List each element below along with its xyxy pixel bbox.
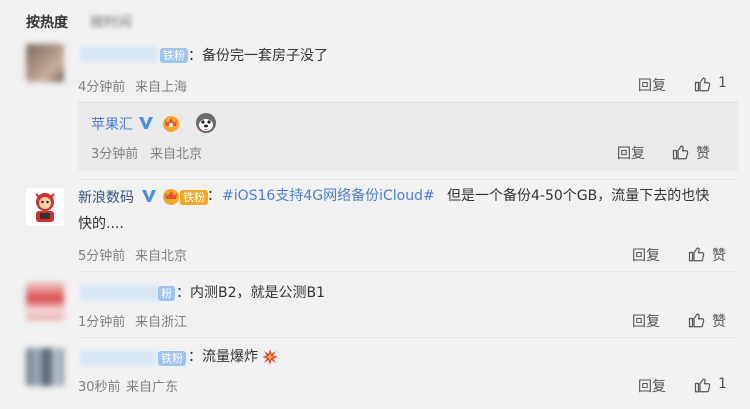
thumbs-up-icon[interactable] <box>688 311 706 329</box>
fan-badge: 铁粉 <box>158 351 186 366</box>
username[interactable]: 新浪数码 <box>78 187 134 207</box>
comment-colon: ： <box>207 188 221 204</box>
reply-username[interactable]: 苹果汇 <box>91 114 133 134</box>
comment-time: 4分钟前 <box>78 80 126 95</box>
reply-button[interactable]: 回复 <box>632 245 660 265</box>
comment-time: 1分钟前 <box>78 315 126 330</box>
thumbs-up-icon[interactable] <box>672 143 690 161</box>
verified-v-icon <box>139 117 153 129</box>
comment-text: ：备份完一套房子没了 <box>188 48 328 64</box>
reply-button[interactable]: 回复 <box>638 376 666 396</box>
thumbs-up-icon[interactable] <box>688 245 706 263</box>
divider <box>78 179 738 180</box>
verified-v-icon <box>142 190 156 202</box>
crown-badge-icon <box>163 116 179 132</box>
username-blurred[interactable] <box>80 46 158 62</box>
like-label[interactable]: 赞 <box>712 311 726 331</box>
comment-location: 来自广东 <box>126 380 179 395</box>
sina-digital-avatar-icon <box>26 188 64 226</box>
comment-location: 来自北京 <box>135 249 188 264</box>
divider <box>78 271 738 272</box>
fan-badge: 铁粉 <box>160 48 188 63</box>
comment-time: 30秒前 <box>78 380 121 395</box>
comment-time: 5分钟前 <box>78 249 126 264</box>
comment-text: ：流量爆炸 <box>188 349 258 365</box>
reply-location: 来自北京 <box>150 147 203 162</box>
topic-link[interactable]: #iOS16支持4G网络备份iCloud# <box>222 184 435 208</box>
divider <box>78 337 738 338</box>
nested-reply: 苹果汇 3分钟前 来自北京 回复 赞 <box>78 103 738 171</box>
comment-item-1: 铁粉 ：备份完一套房子没了 4分钟前 来自上海 回复 1 <box>0 0 750 100</box>
comment-section: 按热度 按时间 铁粉 ：备份完一套房子没了 4分钟前 来自上海 回复 1 苹果汇 <box>0 0 750 409</box>
reply-time: 3分钟前 <box>91 147 139 162</box>
fan-badge: 铁粉 <box>180 190 208 205</box>
username-blurred[interactable] <box>80 350 156 366</box>
like-label[interactable]: 赞 <box>712 245 726 265</box>
reply-button[interactable]: 回复 <box>638 75 666 95</box>
thumbs-up-icon[interactable] <box>694 75 712 93</box>
like-label[interactable]: 赞 <box>696 143 710 163</box>
like-count: 1 <box>718 376 727 392</box>
avatar[interactable] <box>26 188 64 226</box>
like-count: 1 <box>718 75 727 91</box>
fan-badge: 粉 <box>158 286 175 301</box>
username-blurred[interactable] <box>80 285 160 301</box>
avatar[interactable] <box>26 282 64 320</box>
comment-text: ：内测B2，就是公测B1 <box>176 285 326 301</box>
comment-location: 来自上海 <box>135 80 188 95</box>
reply-button[interactable]: 回复 <box>617 143 645 163</box>
reply-button[interactable]: 回复 <box>632 311 660 331</box>
comment-location: 来自浙江 <box>135 315 188 330</box>
husky-emoji-icon <box>196 113 216 133</box>
avatar[interactable] <box>26 348 64 386</box>
comment-text: 但是一个备份4-50个GB，流量下去的也快 <box>447 188 710 204</box>
thumbs-up-icon[interactable] <box>694 376 712 394</box>
explosion-emoji-icon <box>262 349 278 365</box>
avatar[interactable] <box>26 44 64 82</box>
crown-badge-icon <box>163 189 179 205</box>
comment-text-continued: 快的.... <box>78 216 124 232</box>
